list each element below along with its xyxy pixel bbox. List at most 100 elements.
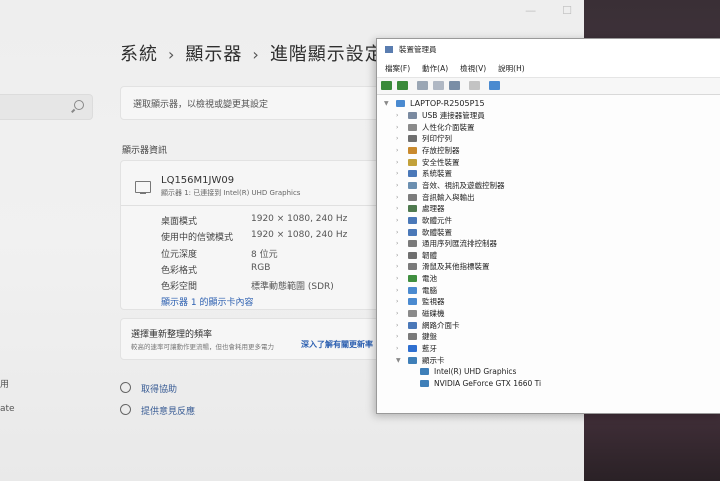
monitor-subtitle: 顯示器 1: 已連接到 Intel(R) UHD Graphics <box>161 189 301 197</box>
chevron-right-icon[interactable]: › <box>396 250 398 261</box>
tree-category-label: 滑鼠及其他指標裝置 <box>422 262 490 272</box>
battery-icon <box>408 275 417 283</box>
info-value: RGB <box>251 263 271 273</box>
breadcrumb-advanced-display: 進階顯示設定 <box>269 44 384 65</box>
chevron-right-icon[interactable]: › <box>396 296 398 307</box>
system-icon <box>408 170 417 178</box>
uninstall-icon[interactable] <box>469 81 480 90</box>
tree-category-label: 音訊輸入與輸出 <box>422 192 475 202</box>
help-book-icon[interactable] <box>433 81 444 90</box>
chevron-right-icon[interactable]: › <box>396 192 398 203</box>
mouse-icon <box>408 263 417 271</box>
display-adapter-label: Intel(R) UHD Graphics <box>434 367 517 377</box>
usb-icon <box>408 112 417 119</box>
tree-category-label: 磁碟機 <box>422 309 445 319</box>
get-help-label: 取得協助 <box>141 385 178 395</box>
minimize-icon[interactable]: — <box>525 4 536 17</box>
give-feedback-link[interactable]: 提供意見反應 <box>120 404 195 417</box>
chevron-down-icon[interactable]: ▼ <box>384 98 389 109</box>
properties-icon[interactable] <box>417 81 428 90</box>
chevron-right-icon[interactable]: › <box>396 157 398 168</box>
chevron-right-icon[interactable]: › <box>396 203 398 214</box>
chevron-right-icon[interactable]: › <box>396 308 398 319</box>
monitor-icon <box>408 298 417 306</box>
printer-icon <box>408 135 417 143</box>
menu-file[interactable]: 檔案(F) <box>385 63 410 74</box>
menu-help[interactable]: 說明(H) <box>498 63 525 74</box>
chevron-right-icon[interactable]: › <box>396 343 398 354</box>
breadcrumb: 系統 › 顯示器 › 進階顯示設定 <box>120 40 384 66</box>
computer-icon <box>396 100 405 107</box>
chevron-right-icon[interactable]: › <box>396 215 398 226</box>
refresh-rate-subtitle: 較高的速率可讓動作更流暢，但也會耗用更多電力 <box>131 343 274 351</box>
tree-category-label: 網路介面卡 <box>422 320 460 330</box>
select-display-card[interactable]: 選取顯示器，以檢視或變更其設定 <box>120 86 382 120</box>
cpu-icon <box>408 205 417 213</box>
software-component-icon <box>408 216 417 224</box>
chevron-right-icon[interactable]: › <box>396 145 398 156</box>
tree-category-label: 監視器 <box>422 297 445 307</box>
refresh-rate-card: 選擇重新整理的頻率 較高的速率可讓動作更流暢，但也會耗用更多電力 深入了解有關更… <box>120 318 382 360</box>
chevron-right-icon[interactable]: › <box>396 331 398 342</box>
chevron-right-icon: › <box>252 45 260 64</box>
software-device-icon <box>408 228 417 236</box>
adapter-properties-link[interactable]: 顯示器 1 的顯示卡內容 <box>161 295 253 308</box>
maximize-icon[interactable]: ☐ <box>562 4 572 17</box>
tree-category-label: 存放控制器 <box>422 145 460 155</box>
chevron-right-icon[interactable]: › <box>396 133 398 144</box>
scan-hardware-icon[interactable] <box>489 81 500 90</box>
display-adapter-icon <box>420 379 429 387</box>
display-adapter-icon <box>408 356 417 364</box>
device-tree: ▼ LAPTOP-R2505P15 › USB 連接器管理員 › 人性化介面裝置 › 列印… <box>377 95 720 413</box>
info-key: 色彩格式 <box>161 266 198 276</box>
chevron-right-icon[interactable]: › <box>396 180 398 191</box>
tree-category-label: 韌體 <box>422 250 437 260</box>
tree-root-label: LAPTOP-R2505P15 <box>410 99 485 108</box>
sidebar-fragment-1[interactable]: 用 <box>0 377 9 390</box>
back-icon[interactable] <box>381 81 392 90</box>
display-adapter-label: NVIDIA GeForce GTX 1660 Ti <box>434 378 542 388</box>
chevron-right-icon[interactable]: › <box>396 168 398 179</box>
sidebar-fragment-2[interactable]: ate <box>0 404 15 414</box>
update-driver-icon[interactable] <box>449 81 460 90</box>
disk-icon <box>408 310 417 318</box>
tree-category-label: 系統裝置 <box>422 169 452 179</box>
forward-icon[interactable] <box>397 81 408 90</box>
chevron-right-icon: › <box>168 45 176 64</box>
sidebar-search-input[interactable] <box>0 94 93 120</box>
breadcrumb-system[interactable]: 系統 <box>120 44 158 65</box>
tree-category-label: 藍牙 <box>422 344 437 353</box>
chevron-right-icon[interactable]: › <box>396 238 398 249</box>
tree-category-label: 音效、視訊及遊戲控制器 <box>422 180 505 190</box>
chevron-right-icon[interactable]: › <box>396 285 398 296</box>
tree-category-label: 安全性裝置 <box>422 157 460 167</box>
chevron-right-icon[interactable]: › <box>396 227 398 238</box>
get-help-link[interactable]: 取得協助 <box>120 382 177 395</box>
device-manager-icon <box>385 46 393 53</box>
give-feedback-label: 提供意見反應 <box>141 407 196 417</box>
usb-controller-icon <box>408 240 417 248</box>
chevron-right-icon[interactable]: › <box>396 122 398 133</box>
window-controls: — ☐ <box>525 4 572 17</box>
chevron-right-icon[interactable]: › <box>396 273 398 284</box>
breadcrumb-display[interactable]: 顯示器 <box>185 44 242 65</box>
display-info-card: LQ156M1JW09 顯示器 1: 已連接到 Intel(R) UHD Gra… <box>120 160 382 310</box>
refresh-rate-learn-more-link[interactable]: 深入了解有關更新率 <box>301 339 373 350</box>
menu-action[interactable]: 動作(A) <box>422 63 448 74</box>
audio-icon <box>408 181 417 189</box>
chevron-right-icon[interactable]: › <box>396 320 398 331</box>
monitor-icon <box>135 181 151 195</box>
info-value: 標準動態範圍 (SDR) <box>251 282 334 292</box>
device-manager-titlebar: 裝置管理員 <box>385 44 437 55</box>
firmware-icon <box>408 251 417 259</box>
info-key: 色彩空間 <box>161 282 198 292</box>
menu-view[interactable]: 檢視(V) <box>460 63 486 74</box>
chevron-right-icon[interactable]: › <box>396 110 398 121</box>
tree-category-label: 人性化介面裝置 <box>422 122 475 132</box>
tree-category-label: 列印佇列 <box>422 134 452 144</box>
toolbar <box>377 77 720 95</box>
chevron-down-icon[interactable]: ▼ <box>396 355 401 366</box>
display-info-heading: 顯示器資訊 <box>122 146 168 156</box>
chevron-right-icon[interactable]: › <box>396 261 398 272</box>
info-key: 桌面模式 <box>161 217 198 227</box>
